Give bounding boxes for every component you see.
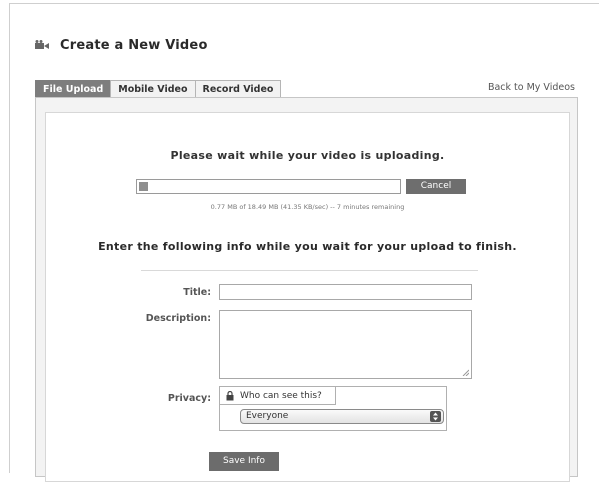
lock-icon [226,390,234,400]
description-label: Description: [145,313,211,324]
privacy-prompt: Who can see this? [240,390,322,401]
form-divider [141,270,478,271]
tab-record-video[interactable]: Record Video [194,80,282,98]
page-header: Create a New Video [35,38,208,53]
upload-content: Please wait while your video is uploadin… [45,112,570,482]
upload-wait-message: Please wait while your video is uploadin… [170,149,445,162]
tab-file-upload[interactable]: File Upload [35,80,112,98]
upload-progress-bar [136,179,401,194]
privacy-header: Who can see this? [220,387,336,405]
upload-panel: Please wait while your video is uploadin… [35,97,578,482]
privacy-label: Privacy: [167,393,211,404]
save-info-button[interactable]: Save Info [209,452,279,471]
tab-mobile-video[interactable]: Mobile Video [110,80,196,98]
privacy-box: Who can see this? Everyone [219,386,447,431]
description-textarea[interactable] [219,310,472,379]
upload-status-text: 0.77 MB of 18.49 MB (41.35 KB/sec) -- 7 … [210,203,405,211]
title-input[interactable] [219,284,472,300]
privacy-selected-value: Everyone [246,411,289,421]
title-label: Title: [183,287,211,298]
upload-progress-fill [139,182,148,191]
video-camera-icon [35,40,49,49]
privacy-select[interactable]: Everyone [240,409,444,424]
form-intro-text: Enter the following info while you wait … [98,240,517,253]
select-arrows-icon [430,411,441,422]
upload-tabs: File Upload Mobile Video Record Video [35,80,282,98]
back-to-videos-link[interactable]: Back to My Videos [488,82,575,93]
cancel-button[interactable]: Cancel [406,179,466,194]
page-title: Create a New Video [60,38,208,53]
resize-grip-icon[interactable] [462,369,469,376]
